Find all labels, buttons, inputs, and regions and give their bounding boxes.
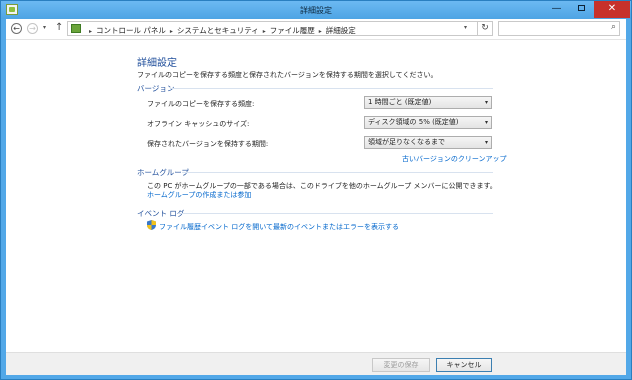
keep-versions-label: 保存されたバージョンを保持する期間: — [147, 140, 269, 148]
address-history-button[interactable]: ▾ — [464, 24, 467, 31]
offline-cache-value: ディスク領域の 5% (既定値) — [368, 118, 459, 126]
chevron-down-icon: ▾ — [484, 119, 488, 126]
address-bar[interactable]: ▸ コントロール パネル ▸ システムとセキュリティ ▸ ファイル履歴 ▸ 詳細設定 ▾ — [67, 21, 478, 36]
cancel-button[interactable]: キャンセル — [436, 358, 492, 372]
up-arrow-icon: ↑ — [55, 22, 64, 33]
forward-arrow-icon: → — [29, 24, 36, 33]
homegroup-section-divider — [182, 172, 493, 173]
versions-section-title: バージョン — [137, 84, 175, 93]
minimize-icon: — — [551, 3, 562, 14]
breadcrumb-control-panel[interactable]: コントロール パネル — [96, 26, 166, 35]
offline-cache-label: オフライン キャッシュのサイズ: — [147, 120, 250, 128]
save-frequency-label: ファイルのコピーを保存する頻度: — [147, 100, 255, 108]
title-bar[interactable]: 詳細設定 — ✕ — [1, 1, 631, 19]
save-changes-button[interactable]: 変更の保存 — [372, 358, 430, 372]
page-description: ファイルのコピーを保存する頻度と保存されたバージョンを保持する期間を選択してくだ… — [137, 71, 438, 79]
back-button[interactable]: ← — [11, 23, 22, 34]
versions-section-divider — [170, 88, 493, 89]
homegroup-join-link[interactable]: ホームグループの作成または参加 — [147, 190, 251, 200]
control-panel-icon — [71, 24, 81, 33]
forward-button[interactable]: → — [27, 23, 38, 34]
window-frame: 詳細設定 — ✕ ← → ▾ ↑ ▸ コントロール パネル ▸ システムとセキュリティ… — [0, 0, 632, 380]
save-frequency-value: 1 時間ごと (既定値) — [368, 98, 432, 106]
close-icon: ✕ — [607, 3, 617, 14]
chevron-down-icon: ▾ — [484, 139, 488, 146]
cleanup-versions-link[interactable]: 古いバージョンのクリーンアップ — [402, 154, 507, 164]
chevron-down-icon: ▾ — [464, 24, 468, 31]
close-button[interactable]: ✕ — [594, 1, 630, 18]
chevron-down-icon: ▾ — [484, 99, 488, 106]
up-button[interactable]: ↑ — [55, 22, 63, 33]
recent-locations-button[interactable]: ▾ — [43, 24, 46, 31]
chevron-down-icon: ▾ — [43, 24, 47, 31]
window-title: 詳細設定 — [300, 6, 332, 15]
breadcrumb: ▸ コントロール パネル ▸ システムとセキュリティ ▸ ファイル履歴 ▸ 詳細設定 — [85, 25, 356, 36]
breadcrumb-separator-icon: ▸ — [169, 28, 173, 35]
search-icon: ⌕ — [610, 22, 616, 32]
keep-versions-select[interactable]: 領域が足りなくなるまで ▾ — [364, 136, 492, 149]
breadcrumb-separator-icon: ▸ — [89, 28, 93, 35]
maximize-icon — [578, 5, 585, 11]
breadcrumb-system-security[interactable]: システムとセキュリティ — [177, 26, 259, 35]
refresh-icon: ↻ — [481, 23, 489, 33]
search-input[interactable]: ⌕ — [498, 21, 620, 36]
breadcrumb-advanced-settings[interactable]: 詳細設定 — [326, 26, 356, 35]
dialog-footer: 変更の保存 キャンセル — [6, 352, 626, 375]
eventlog-section-divider — [178, 213, 493, 214]
breadcrumb-file-history[interactable]: ファイル履歴 — [270, 26, 315, 35]
breadcrumb-separator-icon: ▸ — [262, 28, 266, 35]
page-title: 詳細設定 — [137, 58, 177, 69]
uac-shield-icon — [147, 220, 156, 230]
navigation-bar: ← → ▾ ↑ ▸ コントロール パネル ▸ システムとセキュリティ ▸ ファイル履歴 ▸ 詳… — [6, 19, 626, 40]
client-area: ← → ▾ ↑ ▸ コントロール パネル ▸ システムとセキュリティ ▸ ファイル履歴 ▸ 詳… — [6, 19, 626, 375]
back-arrow-icon: ← — [13, 24, 20, 33]
open-event-log-link[interactable]: ファイル履歴イベント ログを開いて最新のイベントまたはエラーを表示する — [159, 222, 399, 232]
keep-versions-value: 領域が足りなくなるまで — [368, 138, 445, 146]
refresh-button[interactable]: ↻ — [478, 21, 493, 36]
save-frequency-select[interactable]: 1 時間ごと (既定値) ▾ — [364, 96, 492, 109]
breadcrumb-separator-icon: ▸ — [318, 28, 322, 35]
offline-cache-select[interactable]: ディスク領域の 5% (既定値) ▾ — [364, 116, 492, 129]
maximize-button[interactable] — [569, 1, 594, 18]
minimize-button[interactable]: — — [544, 1, 569, 18]
